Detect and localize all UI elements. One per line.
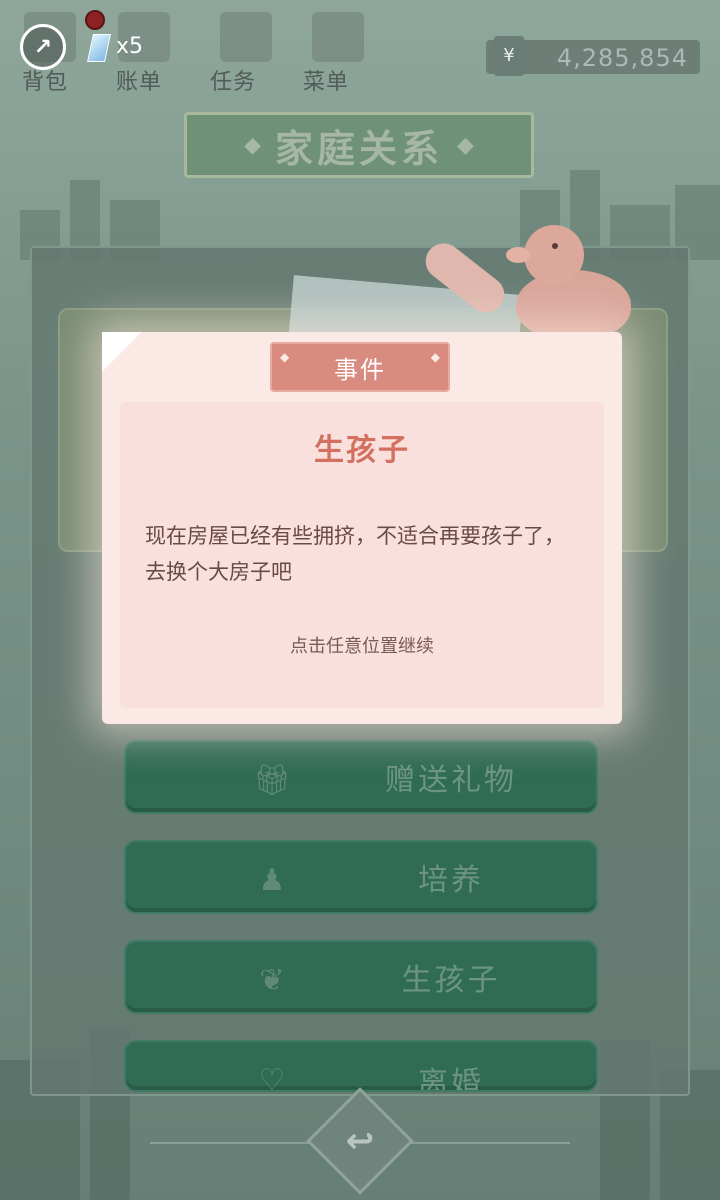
- diamond-ornament-icon: ◆: [244, 132, 261, 158]
- menu-icon[interactable]: [312, 12, 364, 62]
- nurture-button[interactable]: ♟ 培养: [124, 840, 598, 914]
- exit-arrow-icon: ↗: [33, 34, 53, 60]
- event-message: 现在房屋已经有些拥挤，不适合再要孩子了，去换个大房子吧: [145, 524, 565, 584]
- nav-tasks[interactable]: 任务: [210, 64, 256, 96]
- notification-dot: [85, 10, 105, 30]
- divorce-label: 离婚: [418, 1066, 484, 1092]
- nav-bill[interactable]: 账单: [116, 64, 162, 96]
- diamond-ornament-icon: ◆: [457, 132, 474, 158]
- nurture-label: 培养: [418, 863, 484, 898]
- back-ornament-left: [150, 1142, 320, 1144]
- gift-icon: 🎁︎: [252, 762, 292, 798]
- duck-mascot: [506, 225, 636, 345]
- diamond-ornament-icon: ◆: [280, 350, 290, 364]
- event-tab: ◆ 事件 ◆: [270, 342, 450, 392]
- diamond-ornament-icon: ◆: [430, 350, 440, 364]
- angel-icon: ❦: [259, 962, 285, 998]
- money-amount: 4,285,854: [556, 44, 688, 72]
- task-icon[interactable]: [220, 12, 272, 62]
- gift-label: 赠送礼物: [385, 763, 517, 798]
- gift-button[interactable]: 🎁︎ 赠送礼物: [124, 740, 598, 814]
- divorce-button[interactable]: ♡ 离婚: [124, 1040, 598, 1092]
- top-bar: 背包 账单 任务 菜单 ↗ x5 ¥ 4,285,854: [0, 0, 720, 100]
- nav-menu[interactable]: 菜单: [303, 64, 349, 96]
- continue-hint: 点击任意位置继续: [290, 636, 434, 657]
- exit-button[interactable]: ↗: [20, 24, 66, 70]
- back-ornament-right: [400, 1142, 570, 1144]
- have-child-label: 生孩子: [401, 963, 501, 998]
- page-corner-fold: [102, 332, 142, 372]
- reading-child-icon: ♟: [258, 862, 286, 898]
- event-tab-label: 事件: [334, 355, 386, 384]
- page-title-banner: ◆ 家庭关系 ◆: [184, 112, 534, 178]
- back-arrow-icon[interactable]: ↩: [322, 1103, 398, 1179]
- event-title: 生孩子: [314, 433, 410, 468]
- have-child-button[interactable]: ❦ 生孩子: [124, 940, 598, 1014]
- broken-heart-icon: ♡: [258, 1062, 286, 1092]
- ticket-icon: [87, 34, 111, 62]
- ticket-count: x5: [116, 34, 144, 59]
- yen-icon: ¥: [494, 36, 524, 76]
- page-title: 家庭关系: [274, 126, 443, 171]
